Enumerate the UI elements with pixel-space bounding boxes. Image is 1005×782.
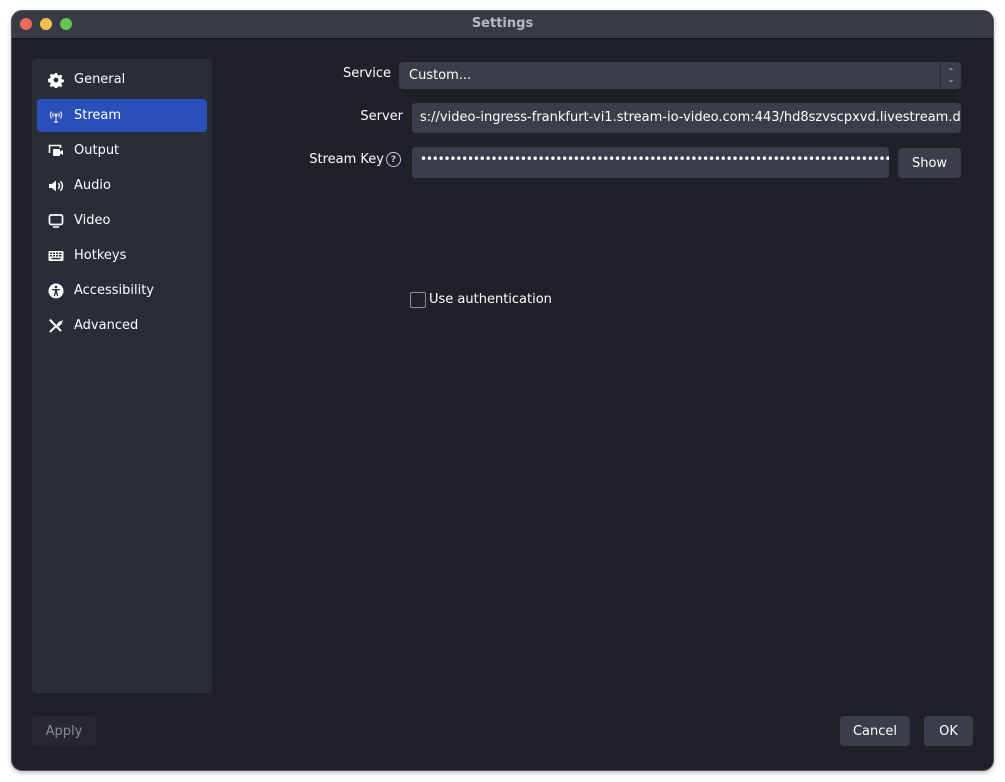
sidebar-item-label: Stream (74, 108, 122, 123)
settings-sidebar: General Stream Output Audio Video Hotkey… (32, 59, 212, 693)
sidebar-item-video[interactable]: Video (37, 204, 207, 237)
title-bar: Settings (12, 11, 993, 39)
service-select[interactable]: Custom... ⌃ ⌄ (399, 62, 961, 89)
service-label: Service (342, 66, 391, 81)
window-title: Settings (471, 16, 534, 31)
tools-icon (48, 318, 64, 334)
apply-button[interactable]: Apply (32, 716, 96, 746)
help-icon[interactable]: ? (386, 152, 401, 167)
sidebar-item-label: Hotkeys (74, 248, 127, 263)
stream-key-input[interactable]: ••••••••••••••••••••••••••••••••••••••••… (412, 147, 889, 178)
sidebar-item-label: General (74, 72, 126, 87)
service-select-value: Custom... (409, 68, 472, 83)
speaker-icon (48, 178, 64, 194)
output-icon (48, 143, 64, 159)
server-input[interactable]: s://video-ingress-frankfurt-vi1.stream-i… (412, 103, 961, 133)
sidebar-item-audio[interactable]: Audio (37, 169, 207, 202)
monitor-icon (48, 213, 64, 229)
sidebar-item-general[interactable]: General (37, 63, 207, 96)
keyboard-icon (48, 248, 64, 264)
ok-button[interactable]: OK (924, 716, 973, 746)
server-label: Server (360, 109, 403, 124)
settings-window: Settings General Stream Output Audio Vid… (12, 11, 993, 770)
sidebar-item-label: Video (74, 213, 111, 228)
sidebar-item-label: Accessibility (74, 283, 154, 298)
sidebar-item-advanced[interactable]: Advanced (37, 309, 207, 342)
chevron-up-down-icon: ⌃ ⌄ (940, 62, 961, 89)
sidebar-item-output[interactable]: Output (37, 134, 207, 167)
sidebar-item-stream[interactable]: Stream (37, 99, 207, 132)
antenna-icon (48, 108, 64, 124)
use-authentication-label[interactable]: Use authentication (429, 292, 552, 307)
use-authentication-checkbox[interactable] (410, 292, 426, 308)
cancel-button[interactable]: Cancel (840, 716, 910, 746)
server-input-value: s://video-ingress-frankfurt-vi1.stream-i… (420, 110, 961, 125)
sidebar-item-label: Audio (74, 178, 111, 193)
stream-key-label: Stream Key (309, 152, 384, 167)
sidebar-item-label: Advanced (74, 318, 139, 333)
accessibility-icon (48, 283, 64, 299)
sidebar-item-accessibility[interactable]: Accessibility (37, 274, 207, 307)
sidebar-item-label: Output (74, 143, 120, 158)
show-key-button[interactable]: Show (898, 148, 961, 178)
sidebar-item-hotkeys[interactable]: Hotkeys (37, 239, 207, 272)
gear-icon (48, 72, 64, 88)
stream-key-masked-value: ••••••••••••••••••••••••••••••••••••••••… (420, 152, 889, 166)
